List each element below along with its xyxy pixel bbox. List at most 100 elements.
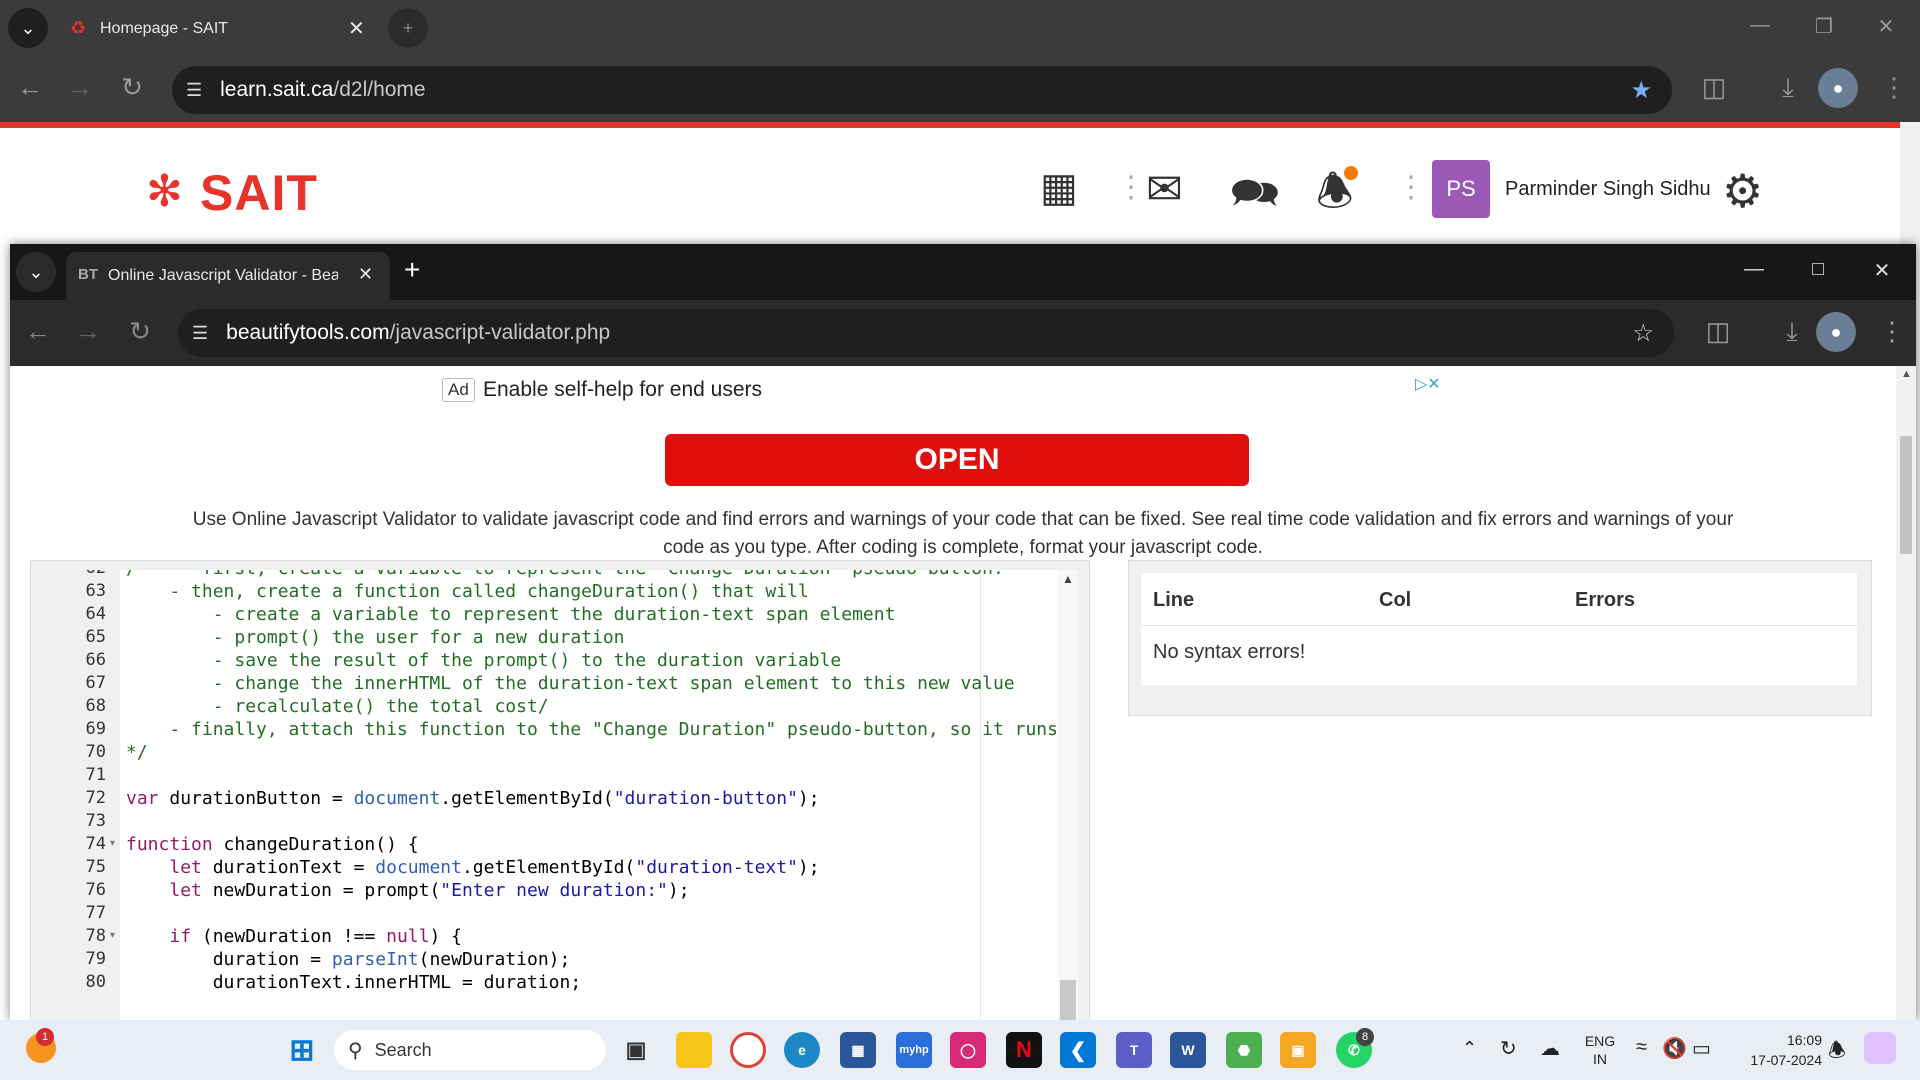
vscode-icon[interactable]: ❮ [1060, 1032, 1096, 1068]
download-icon[interactable]: ⤓ [1774, 316, 1810, 348]
task-view-icon[interactable]: ▣ [618, 1032, 654, 1068]
code-line[interactable]: function changeDuration() { [126, 833, 419, 856]
clock[interactable]: 16:09 17-07-2024 [1732, 1030, 1822, 1070]
scroll-thumb[interactable] [1060, 980, 1076, 1020]
page-scrollbar[interactable]: ▲ [1896, 366, 1916, 1020]
notification-bell-icon[interactable]: 🕭 [1828, 1036, 1846, 1070]
code-line[interactable]: - save the result of the prompt() to the… [126, 649, 842, 672]
code-line[interactable]: - finally, attach this function to the "… [126, 718, 1058, 741]
store-icon[interactable]: ▦ [840, 1032, 876, 1068]
fold-toggle-icon[interactable]: ▾ [110, 930, 115, 941]
code-line[interactable]: var durationButton = document.getElement… [126, 787, 820, 810]
site-info-icon[interactable]: ☰ [192, 323, 208, 344]
extensions-icon[interactable]: ◫ [1700, 316, 1736, 347]
maximize-icon[interactable]: □ [1798, 258, 1838, 281]
battery-icon[interactable]: ▭ [1692, 1036, 1711, 1061]
bookmark-star-icon[interactable]: ☆ [1632, 319, 1654, 348]
new-tab-button[interactable]: + [404, 254, 420, 286]
ad-text[interactable]: Enable self-help for end users [483, 378, 762, 402]
avatar[interactable]: PS [1432, 160, 1490, 218]
tab-homepage-sait[interactable]: ♻ Homepage - SAIT ✕ [58, 6, 378, 50]
profile-avatar[interactable]: ● [1816, 312, 1856, 352]
mail-icon[interactable]: ✉ [1146, 164, 1183, 215]
code-editor[interactable]: 62 / first, create a variable to represen… [40, 570, 1078, 1020]
fold-toggle-icon[interactable]: ▾ [110, 838, 115, 849]
language-indicator[interactable]: ENG IN [1584, 1032, 1616, 1068]
code-line[interactable]: let durationText = document.getElementBy… [126, 856, 819, 879]
reload-icon[interactable]: ↻ [122, 316, 158, 347]
code-line[interactable]: / first, create a variable to represent … [126, 570, 1004, 580]
menu-icon[interactable]: ⋮ [1876, 72, 1912, 103]
sait-logo-text[interactable]: SAIT [200, 164, 318, 222]
download-icon[interactable]: ⤓ [1770, 72, 1806, 104]
open-button[interactable]: OPEN [665, 434, 1249, 486]
divider: ⋮ [1396, 171, 1426, 204]
code-line[interactable]: - then, create a function called changeD… [126, 580, 808, 603]
myhp-icon[interactable]: myhp [896, 1032, 932, 1068]
show-hidden-icons-icon[interactable]: ⌃ [1462, 1038, 1477, 1059]
wifi-icon[interactable]: ≈ [1636, 1036, 1647, 1059]
reload-icon[interactable]: ↻ [114, 72, 150, 103]
start-windows-icon[interactable]: ⊞ [284, 1032, 320, 1068]
code-line[interactable]: if (newDuration !== null) { [126, 925, 462, 948]
apps-grid-icon[interactable]: ▦ [1040, 168, 1078, 208]
sync-icon[interactable]: ↻ [1500, 1036, 1517, 1061]
settings-gear-icon[interactable]: ⚙ [1722, 164, 1763, 218]
profile-avatar[interactable]: ● [1818, 68, 1858, 108]
cube-app-icon[interactable]: ⬣ [1226, 1032, 1262, 1068]
netflix-icon[interactable]: N [1006, 1032, 1042, 1068]
adchoices-icon[interactable]: ▷✕ [1415, 374, 1441, 394]
line-number: 64 [85, 604, 106, 624]
close-window-icon[interactable]: ✕ [1866, 14, 1906, 39]
forward-icon[interactable]: → [62, 72, 98, 103]
new-tab-button[interactable]: + [388, 8, 428, 48]
chat-icon[interactable]: 🗪 [1230, 164, 1280, 232]
taskbar-search[interactable]: ⚲ Search [334, 1030, 606, 1070]
instagram-icon[interactable]: ◯ [950, 1032, 986, 1068]
line-number: 77 [85, 903, 106, 923]
user-name[interactable]: Parminder Singh Sidhu [1505, 178, 1711, 201]
tab-search-button[interactable]: ⌄ [8, 8, 48, 48]
close-tab-icon[interactable]: ✕ [348, 16, 365, 41]
scroll-up-icon[interactable]: ▲ [1901, 368, 1912, 380]
minimize-icon[interactable]: — [1740, 14, 1780, 37]
address-bar[interactable]: ☰ beautifytools.com/javascript-validator… [178, 309, 1674, 357]
site-info-icon[interactable]: ☰ [186, 80, 202, 101]
line-number: 66 [85, 650, 106, 670]
line-number: 79 [85, 949, 106, 969]
extensions-icon[interactable]: ◫ [1696, 72, 1732, 103]
code-line[interactable]: - change the innerHTML of the duration-t… [126, 672, 1015, 695]
code-line[interactable]: */ [126, 741, 148, 764]
close-window-icon[interactable]: ✕ [1862, 258, 1902, 283]
forward-icon[interactable]: → [70, 316, 106, 347]
bookmark-star-icon[interactable]: ★ [1630, 76, 1652, 105]
back-icon[interactable]: ← [12, 72, 48, 103]
scroll-thumb[interactable] [1900, 436, 1912, 554]
editor-scrollbar[interactable]: ▲ [1058, 570, 1078, 1020]
back-icon[interactable]: ← [20, 316, 56, 347]
snipping-tool-icon[interactable]: ▣ [1280, 1032, 1316, 1068]
ad-badge: Ad [442, 378, 475, 402]
copilot-icon[interactable] [1864, 1032, 1896, 1064]
word-icon[interactable]: W [1170, 1032, 1206, 1068]
code-line[interactable]: durationText.innerHTML = duration; [126, 971, 581, 994]
menu-icon[interactable]: ⋮ [1874, 316, 1910, 347]
code-line[interactable]: duration = parseInt(newDuration); [126, 948, 571, 971]
code-line[interactable]: - prompt() the user for a new duration [126, 626, 625, 649]
teams-icon[interactable]: T [1116, 1032, 1152, 1068]
minimize-icon[interactable]: — [1734, 258, 1774, 281]
tab-search-button[interactable]: ⌄ [16, 252, 56, 292]
code-line[interactable]: - create a variable to represent the dur… [126, 603, 896, 626]
cloud-icon[interactable]: ☁ [1540, 1036, 1560, 1061]
file-explorer-icon[interactable] [676, 1032, 712, 1068]
tab-javascript-validator[interactable]: BT Online Javascript Validator - Beaut ✕ [66, 252, 390, 300]
code-line[interactable]: - recalculate() the total cost/ [126, 695, 549, 718]
scroll-up-icon[interactable]: ▲ [1062, 572, 1074, 586]
restore-icon[interactable]: ❐ [1804, 14, 1844, 39]
code-line[interactable]: let newDuration = prompt("Enter new dura… [126, 879, 689, 902]
edge-icon[interactable]: e [784, 1032, 820, 1068]
address-bar[interactable]: ☰ learn.sait.ca/d2l/home ★ [172, 66, 1672, 114]
chrome-icon[interactable] [730, 1032, 766, 1068]
close-tab-icon[interactable]: ✕ [358, 264, 373, 285]
volume-muted-icon[interactable]: 🔇 [1662, 1036, 1687, 1061]
